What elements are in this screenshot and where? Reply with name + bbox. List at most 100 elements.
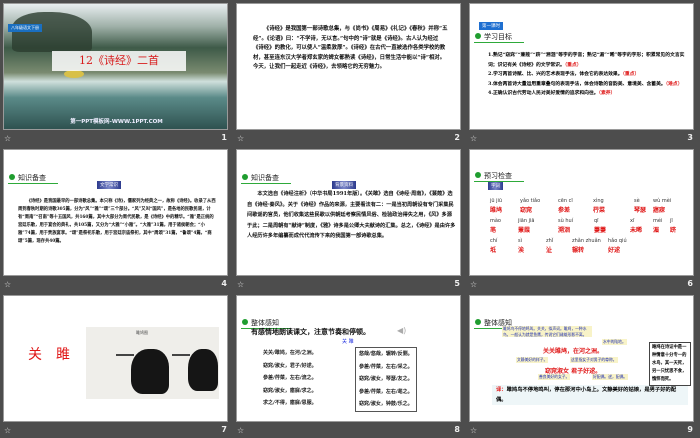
section-heading: 预习检查 [474, 171, 524, 182]
chinese-word: 湄 [653, 227, 660, 234]
goals-list: 1.熟记“窈窕”“蒹葭”“跻”“溯洄”等字的字音；熟记“湄”“晞”等字的字形；积… [488, 51, 688, 99]
slide-thumbnail-4: 知识备查 文学常识 《诗经》是我国最早的一部诗歌总集。本只称《诗》，儒家列为经典… [0, 146, 233, 292]
slide-thumbnail-1: 八年级语文下册 12《诗经》二首 第一PPT模板网-WWW.1PPT.COM ☆… [0, 0, 233, 146]
goal-item: 1.熟记“窈窕”“蒹葭”“跻”“溯洄”等字的字音；熟记“湄”“晞”等字的字形；积… [488, 52, 685, 68]
chinese-word: 沚 [546, 247, 553, 254]
chinese-word: 溯洄 [558, 227, 571, 234]
intro-paragraph: 《诗经》是我国第一部诗歌总集，与《尚书》《周易》《礼记》《春秋》并称“五经”。《… [253, 26, 448, 71]
slide-number: 3 [687, 133, 693, 142]
pinyin: xī [630, 218, 635, 224]
annotation: 善良美好的女子。 [538, 374, 571, 380]
pinyin: qī [594, 218, 599, 224]
pinyin: jī [670, 218, 673, 224]
chinese-word: 坻 [490, 247, 497, 254]
slide-3[interactable]: 第一课时 学习目标 1.熟记“窈窕”“蒹葭”“跻”“溯洄”等字的字音；熟记“湄”… [469, 3, 694, 130]
section-heading: 知识备查 [8, 173, 58, 184]
slide-thumbnail-6: 预习检查 字词 jū jiū 雎鸠 yǎo tiǎo 窈窕 cēn cī 参差 xìng 荇菜… [466, 146, 699, 292]
pinyin: jū jiū [490, 198, 503, 204]
speaker-icon[interactable]: ◀) [397, 326, 406, 335]
section-heading: 知识备查 [241, 173, 291, 184]
pinyin: yǎo tiǎo [520, 198, 541, 204]
pinyin: hǎo qiú [608, 238, 627, 244]
slide-1[interactable]: 八年级语文下册 12《诗经》二首 第一PPT模板网-WWW.1PPT.COM [3, 3, 228, 130]
slide-number: 9 [687, 425, 693, 434]
chinese-word: 窈窕 [520, 207, 533, 214]
chinese-word: 蒹葭 [518, 227, 531, 234]
slide-number: 1 [221, 133, 227, 142]
chinese-word: 跻 [670, 227, 677, 234]
annotation: 文静美好的样子。 [516, 357, 549, 363]
slide-thumbnail-9: 整体感知 雎鸠鸟不停地鸣叫。关关，拟声词。雎鸠，一种水鸟，一般认为就是鱼鹰，传说… [466, 292, 699, 438]
section-heading: 学习目标 [474, 32, 524, 43]
slide-thumbnail-2: 《诗经》是我国第一部诗歌总集，与《尚书》《周易》《礼记》《春秋》并称“五经”。《… [233, 0, 466, 146]
slide-title: 12《诗经》二首 [52, 51, 186, 71]
beak-art [172, 354, 190, 356]
poem-right-column: 悠哉/悠哉，辗转/反侧。 参差/荇菜，左右/采之。 窈窕/淑女，琴瑟/友之。 参差/荇… [355, 347, 417, 412]
pinyin: sè [634, 198, 640, 204]
slide-thumbnail-3: 第一课时 学习目标 1.熟记“窈窕”“蒹葭”“跻”“溯洄”等字的字音；熟记“湄”… [466, 0, 699, 146]
pinyin: mào [490, 218, 501, 224]
pinyin: jiān jiā [518, 218, 535, 224]
slide-4[interactable]: 知识备查 文学常识 《诗经》是我国最早的一部诗歌总集。本只称《诗》，儒家列为经典… [3, 149, 228, 276]
pinyin: zhǎn zhuǎn [572, 238, 601, 244]
topic-badge: 文学常识 [97, 181, 121, 189]
lesson-badge: 第一课时 [479, 22, 503, 30]
goal-item: 4.正确认识古代劳动人民对美好爱情的追求和向往。（素养） [488, 90, 616, 96]
slide-8[interactable]: 整体感知 有感情地朗读课文，注意节奏和停顿。 ◀) 关 雎 关关/雎鸠，在河/之… [236, 295, 461, 422]
slide-number: 6 [687, 279, 693, 288]
animation-icon[interactable]: ☆ [4, 134, 11, 143]
pinyin: sù huí [558, 218, 574, 224]
chinese-word: 好逑 [608, 247, 621, 254]
bird-art [188, 349, 218, 391]
bird-art [131, 349, 169, 394]
slide-9[interactable]: 整体感知 雎鸠鸟不停地鸣叫。关关，拟声词。雎鸠，一种水鸟，一般认为就是鱼鹰，传说… [469, 295, 694, 422]
animation-icon[interactable]: ☆ [4, 426, 11, 435]
beak-art [116, 354, 134, 356]
poem-heading: 关 雎 [342, 339, 354, 345]
animation-icon[interactable]: ☆ [470, 134, 477, 143]
translation: 译：雎鸠鸟不停地鸣叫，停在那河中小岛上。文静美好的姑娘，是男子好的配偶。 [492, 385, 688, 405]
pinyin: méi [653, 218, 663, 224]
slide-5[interactable]: 知识备查 背景资料 本文选自《诗经注析》（中华书局1991年版）。《关雎》选自《… [236, 149, 461, 276]
slide-number: 8 [454, 425, 460, 434]
poem-title: 关 雎 [28, 347, 70, 363]
pinyin: sì [518, 238, 522, 244]
pinyin: zhǐ [546, 238, 554, 244]
chinese-word: 芼 [490, 227, 497, 234]
watermark-footer: 第一PPT模板网-WWW.1PPT.COM [70, 119, 163, 125]
animation-icon[interactable]: ☆ [237, 280, 244, 289]
chinese-word: 涘 [518, 247, 525, 254]
topic-badge: 字词 [488, 182, 503, 190]
annotation: 好配偶。逑，配偶。 [592, 374, 629, 380]
tree-art [64, 70, 84, 78]
pinyin: cēn cī [558, 198, 573, 204]
chinese-word: 寤寐 [653, 207, 666, 214]
goal-item: 2.学习两首诗赋、比、兴的艺术表现手法，体会它的表达效果。（重点） [488, 71, 640, 77]
annotation: 水中的陆地。 [602, 339, 627, 345]
knowledge-paragraph: 《诗经》是我国最早的一部诗歌总集。本只称《诗》，儒家列为经典之一，故称《诗经》。… [18, 199, 216, 244]
painting-inscription: 雎鸠图 [136, 330, 148, 335]
grade-badge: 八年级语文下册 [8, 24, 42, 32]
animation-icon[interactable]: ☆ [4, 280, 11, 289]
pinyin: chí [490, 238, 498, 244]
animation-icon[interactable]: ☆ [237, 134, 244, 143]
poem-left-column: 关关/雎鸠，在河/之洲。 窈窕/淑女，君子/好逑。 参差/荇菜，左右/流之。 窈窕/淑… [263, 350, 317, 406]
cormorant-painting: 雎鸠图 [86, 327, 219, 399]
slide-2[interactable]: 《诗经》是我国第一部诗歌总集，与《尚书》《周易》《礼记》《春秋》并称“五经”。《… [236, 3, 461, 130]
chinese-word: 雎鸠 [490, 207, 503, 214]
topic-badge: 背景资料 [332, 181, 356, 189]
annotation: 雎鸠鸟不停地鸣叫。关关，拟声词。雎鸠，一种水鸟，一般认为就是鱼鹰，传说它们雌雄形… [502, 326, 592, 337]
slide-thumbnail-7: 关 雎 雎鸠图 ☆ 7 [0, 292, 233, 438]
chinese-word: 未晞 [630, 227, 643, 234]
background-paragraph: 本文选自《诗经注析》（中华书局1991年版）。《关雎》选自《诗经·周南》，《蒹葭… [247, 191, 456, 239]
mountain-art [12, 12, 92, 52]
slide-thumbnail-5: 知识备查 背景资料 本文选自《诗经注析》（中华书局1991年版）。《关雎》选自《… [233, 146, 466, 292]
slide-6[interactable]: 预习检查 字词 jū jiū 雎鸠 yǎo tiǎo 窈窕 cēn cī 参差 xìng 荇菜… [469, 149, 694, 276]
animation-icon[interactable]: ☆ [237, 426, 244, 435]
poem-line: 关关雎鸠，在河之洲。 [543, 348, 604, 355]
animation-icon[interactable]: ☆ [470, 280, 477, 289]
pinyin: wù mèi [653, 198, 672, 204]
annotation: 这里指女子对男子的尊称。 [570, 357, 618, 363]
slide-7[interactable]: 关 雎 雎鸠图 [3, 295, 228, 422]
animation-icon[interactable]: ☆ [470, 426, 477, 435]
